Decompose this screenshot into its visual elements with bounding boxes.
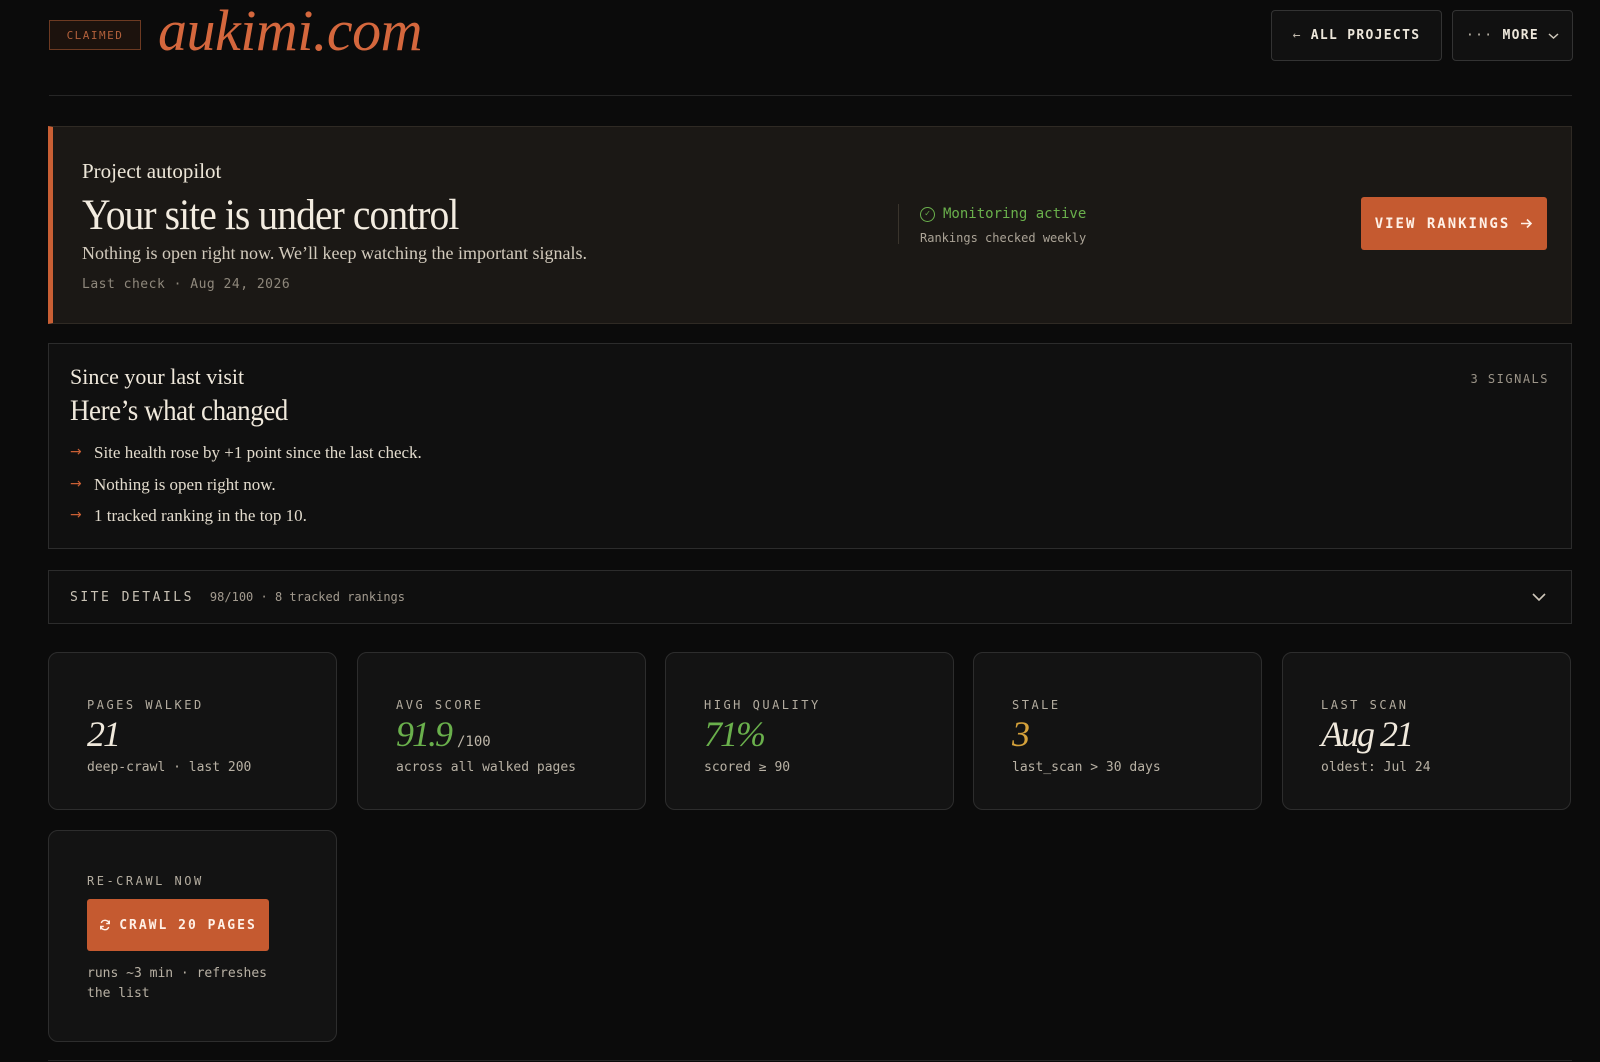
recrawl-label: RE-CRAWL NOW xyxy=(87,874,204,888)
site-title: aukimi.com xyxy=(158,0,423,63)
stat-number: 91.9 xyxy=(396,714,453,754)
stat-label: LAST SCAN xyxy=(1321,698,1409,712)
stat-number: 21 xyxy=(87,714,121,754)
crawl-pages-button[interactable]: CRAWL 20 PAGES xyxy=(87,899,269,951)
list-item: → 1 tracked ranking in the top 10. xyxy=(70,506,422,538)
autopilot-panel: Project autopilot Your site is under con… xyxy=(48,126,1572,324)
arrow-right-icon: → xyxy=(70,475,82,492)
recrawl-note: runs ~3 min · refreshes the list xyxy=(87,966,268,1001)
more-menu-button[interactable]: ··· MORE xyxy=(1452,10,1573,61)
check-circle-icon: ✓ xyxy=(920,206,935,222)
status-divider xyxy=(898,204,899,244)
recrawl-card: RE-CRAWL NOW CRAWL 20 PAGES runs ~3 min … xyxy=(48,830,337,1042)
stat-card-last-scan: LAST SCAN Aug 21 oldest: Jul 24 xyxy=(1282,652,1571,810)
site-details-toggle[interactable]: SITE DETAILS 98/100 · 8 tracked rankings xyxy=(48,570,1572,624)
view-rankings-label: VIEW RANKINGS xyxy=(1374,215,1511,232)
arrow-right-icon xyxy=(1521,218,1533,229)
arrow-right-icon: → xyxy=(70,444,82,460)
stat-label: HIGH QUALITY xyxy=(704,698,821,712)
monitoring-status-label: Monitoring active xyxy=(943,206,1087,222)
stat-value: 91.9/100 xyxy=(396,713,491,763)
more-label: MORE xyxy=(1502,28,1539,43)
claimed-badge: CLAIMED xyxy=(49,20,141,50)
stat-note: oldest: Jul 24 xyxy=(1321,760,1431,775)
autopilot-eyebrow: Project autopilot xyxy=(82,159,222,183)
stat-value: 3 xyxy=(1012,713,1030,755)
stat-number: 3 xyxy=(1012,714,1030,754)
stat-note: scored ≥ 90 xyxy=(704,760,791,775)
chevron-down-icon xyxy=(1548,32,1559,39)
monitoring-status: ✓ Monitoring active xyxy=(920,206,1086,222)
change-text: 1 tracked ranking in the top 10. xyxy=(94,506,307,525)
chevron-down-icon xyxy=(1532,593,1546,602)
stat-card-avg-score: AVG SCORE 91.9/100 across all walked pag… xyxy=(357,652,646,810)
stat-card-stale: STALE 3 last_scan > 30 days xyxy=(973,652,1262,810)
stat-note: deep-crawl · last 200 xyxy=(87,760,252,775)
stat-label: PAGES WALKED xyxy=(87,698,204,712)
signals-count: 3 SIGNALS xyxy=(1470,372,1549,386)
site-details-meta: 98/100 · 8 tracked rankings xyxy=(209,590,405,604)
stat-value: 71% xyxy=(704,713,766,755)
stat-number: Aug 21 xyxy=(1321,714,1414,754)
stat-label: STALE xyxy=(1012,698,1061,712)
stat-value: Aug 21 xyxy=(1321,713,1414,755)
all-projects-button[interactable]: ← ALL PROJECTS xyxy=(1271,10,1442,61)
stat-label: AVG SCORE xyxy=(396,698,484,712)
stat-note: last_scan > 30 days xyxy=(1012,760,1161,775)
changes-panel: Since your last visit Here’s what change… xyxy=(48,343,1572,549)
change-text: Nothing is open right now. xyxy=(94,474,276,494)
list-item: → Site health rose by +1 point since the … xyxy=(70,443,422,475)
view-rankings-button[interactable]: VIEW RANKINGS xyxy=(1361,197,1547,250)
autopilot-subtitle: Nothing is open right now. We’ll keep wa… xyxy=(82,243,587,263)
last-check-text: Last check · Aug 24, 2026 xyxy=(82,277,291,292)
stat-number: 71% xyxy=(704,714,766,754)
arrow-right-icon: → xyxy=(70,507,82,523)
autopilot-title: Your site is under control xyxy=(82,192,459,239)
arrow-left-icon: ← xyxy=(1292,28,1302,43)
stat-note: across all walked pages xyxy=(396,760,577,775)
stat-card-high-quality: HIGH QUALITY 71% scored ≥ 90 xyxy=(665,652,954,810)
crawl-pages-label: CRAWL 20 PAGES xyxy=(119,917,257,933)
site-details-label: SITE DETAILS xyxy=(70,589,194,605)
monitoring-frequency: Rankings checked weekly xyxy=(920,231,1087,245)
stat-unit: /100 xyxy=(457,734,491,750)
change-text: Site health rose by +1 point since the l… xyxy=(94,443,422,462)
list-item: → Nothing is open right now. xyxy=(70,475,422,507)
stat-card-pages-walked: PAGES WALKED 21 deep-crawl · last 200 xyxy=(48,652,337,810)
changes-eyebrow: Since your last visit xyxy=(70,364,245,389)
page-header: CLAIMED aukimi.com ← ALL PROJECTS ··· MO… xyxy=(49,0,1573,96)
ellipsis-icon: ··· xyxy=(1466,28,1494,43)
changes-list: → Site health rose by +1 point since the … xyxy=(70,443,422,538)
changes-title: Here’s what changed xyxy=(70,394,288,427)
refresh-icon xyxy=(100,919,111,931)
stat-value: 21 xyxy=(87,713,121,755)
all-projects-label: ALL PROJECTS xyxy=(1310,28,1421,43)
